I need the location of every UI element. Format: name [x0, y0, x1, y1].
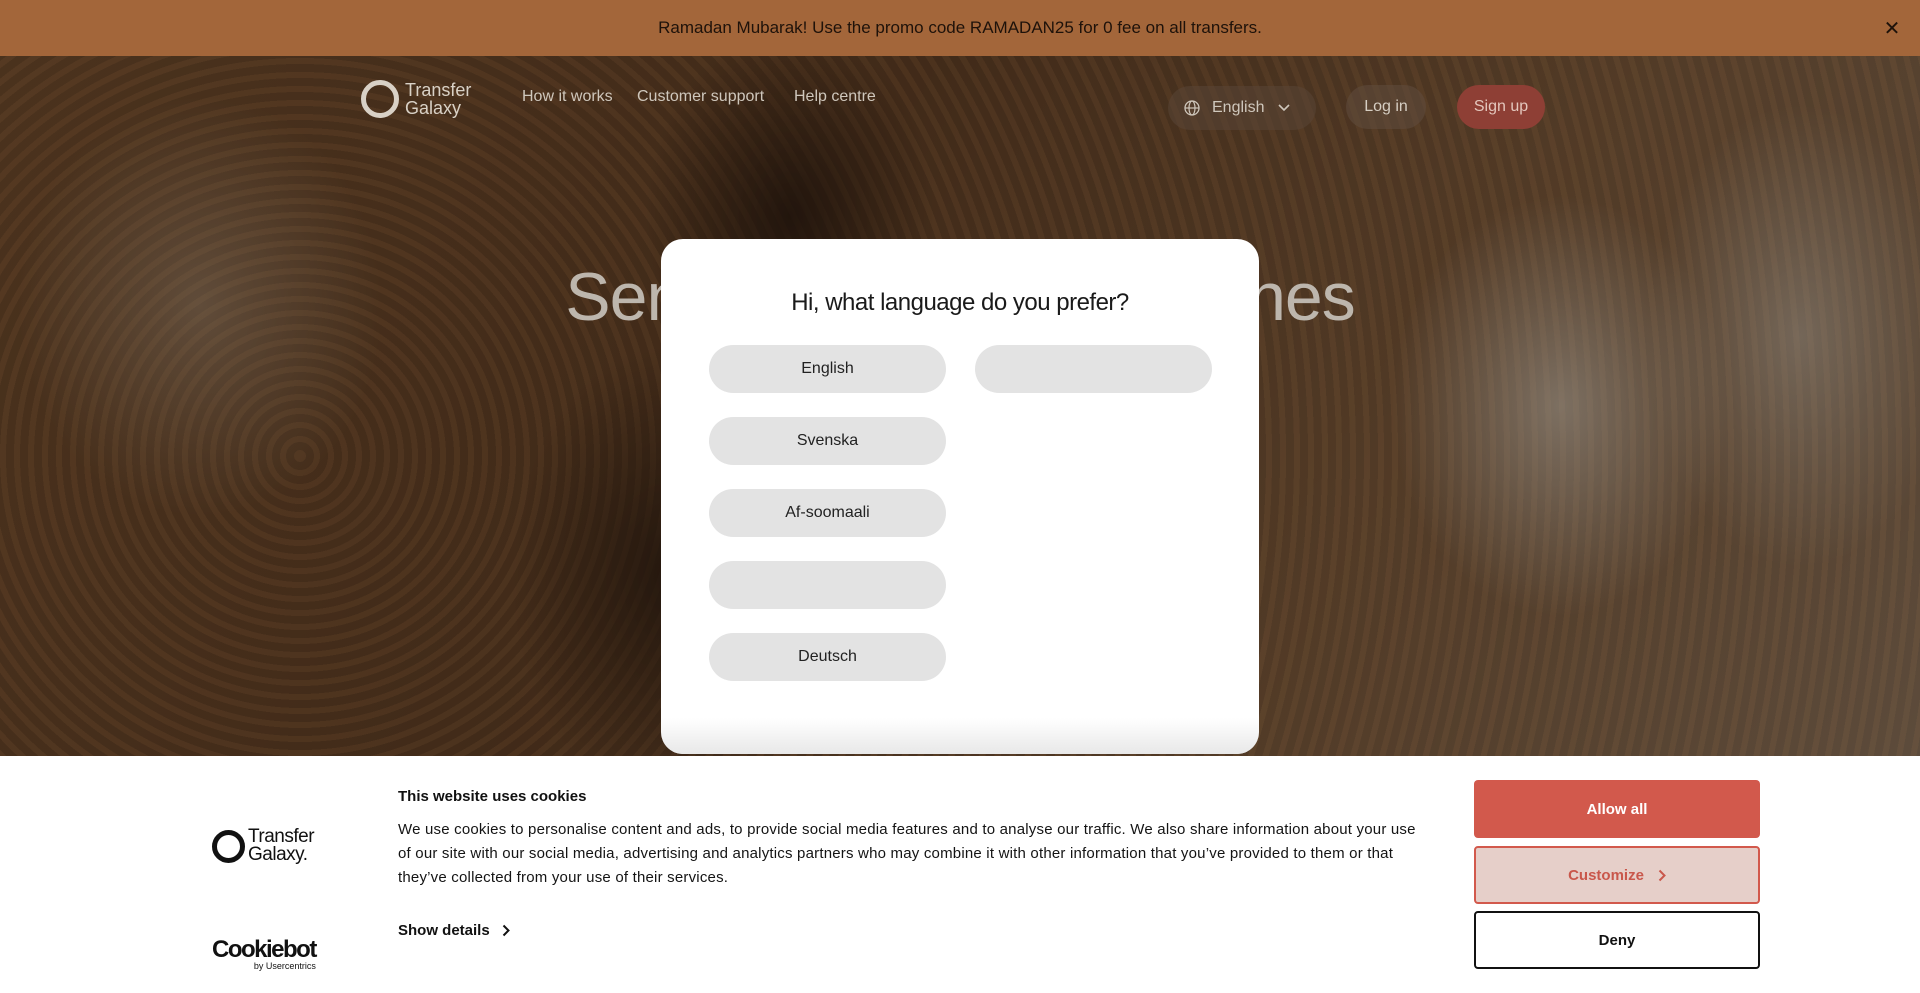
cookiebot-logo: Cookiebot by Usercentrics: [212, 936, 317, 972]
chevron-right-icon: [1658, 869, 1666, 881]
globe-icon: [1184, 100, 1200, 116]
customize-button[interactable]: Customize: [1474, 846, 1760, 904]
chevron-right-icon: [502, 924, 510, 937]
deny-button[interactable]: Deny: [1474, 911, 1760, 969]
cookie-banner: Transfer Galaxy. Cookiebot by Usercentri…: [0, 756, 1920, 993]
language-modal: Hi, what language do you prefer? English…: [661, 239, 1259, 754]
promo-text: Ramadan Mubarak! Use the promo code RAMA…: [658, 18, 1262, 37]
nav-link-how-it-works[interactable]: How it works: [522, 88, 613, 106]
cookie-text: We use cookies to personalise content an…: [398, 821, 1416, 886]
allow-all-button[interactable]: Allow all: [1474, 780, 1760, 838]
logo-ring-icon: [212, 829, 245, 863]
logo[interactable]: Transfer Galaxy: [361, 80, 471, 118]
language-selector-label: English: [1212, 99, 1265, 116]
signup-button[interactable]: Sign up: [1457, 85, 1545, 129]
modal-scroll-fade: [661, 718, 1259, 754]
promo-banner: Ramadan Mubarak! Use the promo code RAMA…: [0, 0, 1920, 56]
language-selector[interactable]: English: [1168, 86, 1316, 130]
language-option-deutsch[interactable]: Deutsch: [709, 633, 946, 681]
login-button[interactable]: Log in: [1346, 85, 1426, 129]
language-option-svenska[interactable]: Svenska: [709, 417, 946, 465]
chevron-down-icon: [1278, 104, 1291, 112]
nav-link-customer-support[interactable]: Customer support: [637, 88, 764, 106]
language-option-blank-1[interactable]: [975, 345, 1212, 393]
close-icon[interactable]: ✕: [1878, 14, 1906, 42]
nav-link-help-centre[interactable]: Help centre: [794, 88, 876, 106]
logo-ring-icon: [361, 80, 399, 118]
top-nav: Transfer Galaxy How it works Customer su…: [0, 56, 1920, 156]
language-option-af-soomaali[interactable]: Af-soomaali: [709, 489, 946, 537]
cookie-logo: Transfer Galaxy.: [212, 827, 315, 864]
language-option-english[interactable]: English: [709, 345, 946, 393]
show-details-link[interactable]: Show details: [398, 922, 510, 939]
modal-title: Hi, what language do you prefer?: [791, 289, 1129, 316]
cookie-title: This website uses cookies: [398, 788, 587, 805]
language-option-blank-2[interactable]: [709, 561, 946, 609]
